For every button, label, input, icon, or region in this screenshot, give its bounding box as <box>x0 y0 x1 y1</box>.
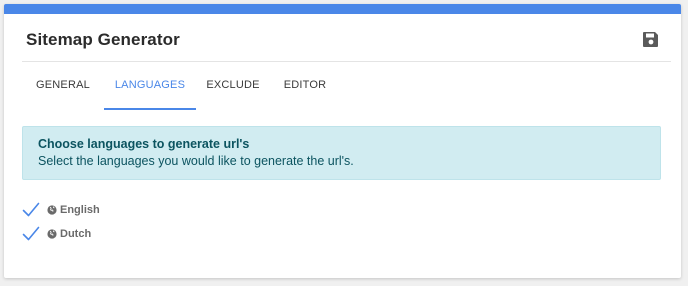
globe-icon <box>47 229 57 239</box>
language-label: Dutch <box>60 228 92 240</box>
tab-languages[interactable]: LANGUAGES <box>104 62 196 110</box>
tab-bar: GENERAL LANGUAGES EXCLUDE EDITOR <box>22 62 340 110</box>
language-item-dutch[interactable]: Dutch <box>22 222 100 246</box>
info-alert-text: Select the languages you would like to g… <box>38 154 354 168</box>
checkmark-icon[interactable] <box>22 226 40 242</box>
globe-icon <box>47 205 57 215</box>
sitemap-generator-card: Sitemap Generator GENERAL LANGUAGES EXCL… <box>4 4 681 278</box>
save-button[interactable] <box>642 30 660 48</box>
tab-exclude[interactable]: EXCLUDE <box>196 62 270 110</box>
page-title: Sitemap Generator <box>26 30 180 49</box>
checkmark-icon[interactable] <box>22 202 40 218</box>
tab-editor[interactable]: EDITOR <box>270 62 340 110</box>
info-alert-title: Choose languages to generate url's <box>38 137 250 151</box>
language-list: English Dutch <box>22 198 100 246</box>
language-label: English <box>60 204 100 216</box>
floppy-disk-icon <box>643 32 658 47</box>
info-alert: Choose languages to generate url's Selec… <box>22 126 661 180</box>
tab-general[interactable]: GENERAL <box>22 62 104 110</box>
language-item-english[interactable]: English <box>22 198 100 222</box>
accent-bar <box>4 4 681 14</box>
